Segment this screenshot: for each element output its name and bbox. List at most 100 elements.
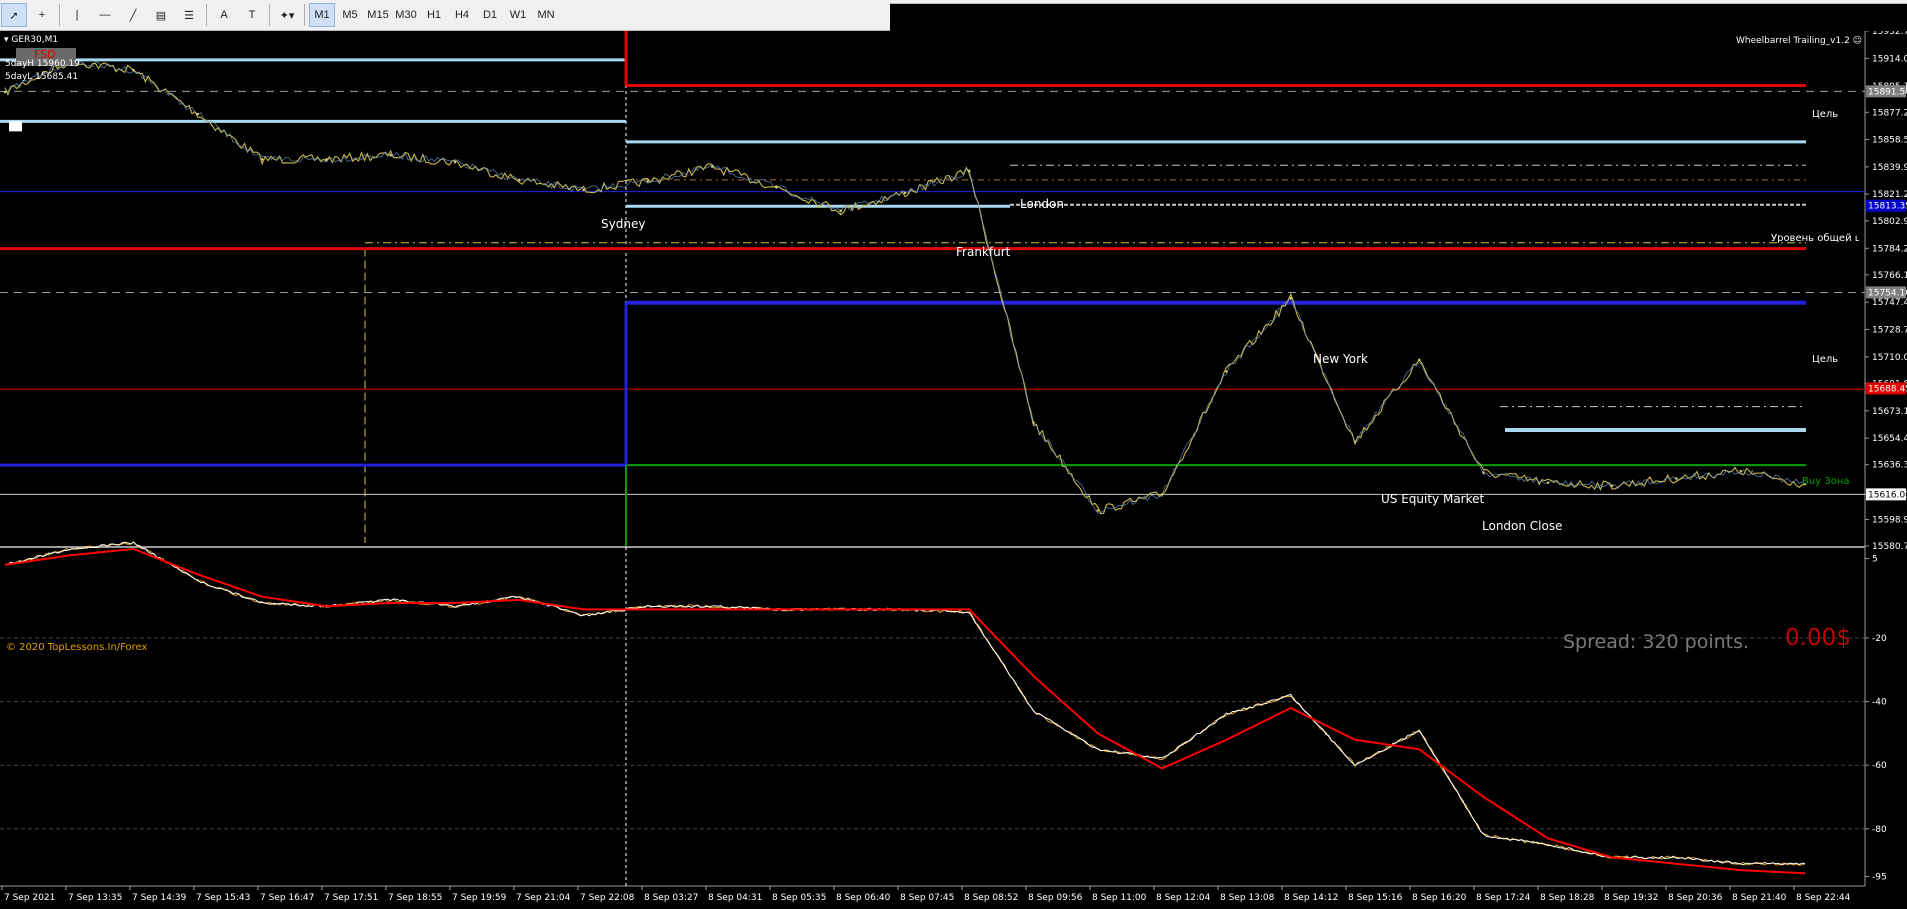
price-point <box>1675 477 1678 480</box>
price-axis-label: 15636.30 <box>1872 461 1907 471</box>
trendline-tool-button[interactable]: ╱ <box>120 3 146 27</box>
price-point <box>1225 370 1228 373</box>
price-axis-label: 15877.20 <box>1872 108 1907 118</box>
horizontal-line-icon: — <box>99 9 111 21</box>
crosshair-icon: + <box>38 9 46 21</box>
price-badge-label: 15688.45 <box>1868 384 1907 394</box>
text-tool-button[interactable]: A <box>211 3 237 27</box>
price-badge-label: 15754.10 <box>1868 288 1907 298</box>
price-point <box>1160 493 1164 496</box>
price-point <box>1096 509 1100 512</box>
text-label-tool-button[interactable]: T <box>239 3 265 27</box>
timeframe-m5-button[interactable]: M5 <box>337 3 363 27</box>
timeframe-m1-button[interactable]: M1 <box>309 3 335 27</box>
timeframe-m15-button[interactable]: M15 <box>365 3 391 27</box>
timeframe-w1-button[interactable]: W1 <box>505 3 531 27</box>
target-label-lower: Цель <box>1812 354 1839 365</box>
toolbar-background <box>890 0 1907 4</box>
shapes-menu-button[interactable]: ✦▾ <box>274 3 300 27</box>
price-point <box>389 153 392 157</box>
time-axis-label: 8 Sep 11:00 <box>1092 893 1147 903</box>
time-axis-label: 8 Sep 16:20 <box>1412 893 1467 903</box>
indicator-axis-label: -20 <box>1872 634 1887 644</box>
price-point <box>132 68 135 72</box>
time-axis-label: 8 Sep 22:44 <box>1796 893 1851 903</box>
price-axis-label: 15598.90 <box>1872 515 1907 525</box>
price-badge-label: 15813.35 <box>1868 202 1907 212</box>
time-axis-label: 8 Sep 15:16 <box>1348 893 1403 903</box>
crosshair-tool-button[interactable]: + <box>29 3 55 27</box>
text-icon: A <box>220 9 228 21</box>
timeframe-m30-button[interactable]: M30 <box>393 3 419 27</box>
time-axis-label: 8 Sep 06:40 <box>836 893 891 903</box>
time-axis-label: 8 Sep 20:36 <box>1668 893 1723 903</box>
timeframe-h1-button[interactable]: H1 <box>421 3 447 27</box>
copyright-label: © 2020 TopLessons.In/Forex <box>6 642 148 653</box>
smiley-icon[interactable]: ☺ <box>1853 36 1862 46</box>
price-point <box>1610 484 1614 487</box>
time-axis-label: 8 Sep 05:35 <box>772 893 826 903</box>
price-axis-label: 15747.40 <box>1872 298 1907 308</box>
indicator-axis-label: -95 <box>1872 872 1887 882</box>
session-label-london: London <box>1020 197 1064 211</box>
indicator-axis-label: -80 <box>1872 825 1887 835</box>
buy-zone-label: Buy Зона <box>1802 476 1850 487</box>
spread-label: Spread: 320 points. <box>1563 631 1750 653</box>
time-axis-label: 8 Sep 03:27 <box>644 893 698 903</box>
five-day-low-label: 5dayL 15685.41 <box>5 72 79 82</box>
time-axis-label: 7 Sep 13:35 <box>68 893 122 903</box>
shapes-icon: ✦▾ <box>279 9 295 22</box>
fibonacci-tool-button[interactable]: ▤ <box>148 3 174 27</box>
expert-name: Wheelbarrel Trailing_v1.2 <box>1736 36 1850 46</box>
price-axis-label: 15839.90 <box>1872 163 1907 173</box>
price-point <box>1482 471 1485 474</box>
vertical-line-icon: | <box>75 9 79 21</box>
cursor-icon: ➚ <box>9 9 19 22</box>
price-point <box>518 178 521 182</box>
price-point <box>1418 358 1421 362</box>
time-axis-label: 8 Sep 08:52 <box>964 893 1018 903</box>
fibonacci-icon: ▤ <box>155 9 167 22</box>
vertical-line-tool-button[interactable]: | <box>64 3 90 27</box>
timeframe-d1-button[interactable]: D1 <box>477 3 503 27</box>
chart-toolbar: ➚ + | — ╱ ▤ ☰ A T ✦▾ M1 M5 M15 M30 H1 H4 D1 W1 MN <box>0 0 890 31</box>
time-axis-label: 7 Sep 22:08 <box>580 893 635 903</box>
price-point <box>196 112 200 116</box>
time-axis-label: 7 Sep 14:39 <box>132 893 187 903</box>
session-label-us-equity-market: US Equity Market <box>1381 492 1485 506</box>
session-label-new-york: New York <box>1313 352 1368 366</box>
white-marker-box <box>9 121 22 132</box>
indicator-axis-label: 5 <box>1872 555 1878 565</box>
timeframe-mn-button[interactable]: MN <box>533 3 559 27</box>
price-point <box>453 161 457 164</box>
time-axis-label: 8 Sep 13:08 <box>1220 893 1275 903</box>
price-badge-label: 15616.04 <box>1868 490 1907 500</box>
price-axis-label: 15821.25 <box>1872 190 1907 200</box>
price-point <box>903 191 907 195</box>
time-axis-label: 8 Sep 09:56 <box>1028 893 1083 903</box>
time-axis-label: 7 Sep 16:47 <box>260 893 314 903</box>
price-point <box>1739 469 1742 473</box>
time-axis-label: 7 Sep 17:51 <box>324 893 378 903</box>
horizontal-line-tool-button[interactable]: — <box>92 3 118 27</box>
price-point <box>775 185 778 189</box>
price-point <box>646 180 650 183</box>
time-axis-label: 8 Sep 04:31 <box>708 893 762 903</box>
channel-tool-button[interactable]: ☰ <box>176 3 202 27</box>
time-axis-label: 7 Sep 15:43 <box>196 893 250 903</box>
time-axis-label: 7 Sep 18:55 <box>388 893 442 903</box>
session-label-london-close: London Close <box>1482 519 1563 533</box>
price-axis-label: 15802.95 <box>1872 217 1907 227</box>
cursor-tool-button[interactable]: ➚ <box>1 3 27 27</box>
price-point <box>3 90 7 94</box>
timeframe-h4-button[interactable]: H4 <box>449 3 475 27</box>
trendline-icon: ╱ <box>129 9 137 22</box>
chart-area[interactable]: 15932.7515914.0515895.1015877.2015858.55… <box>0 31 1907 909</box>
indicator-axis-label: -60 <box>1872 761 1887 771</box>
price-axis-label: 15654.45 <box>1872 434 1907 444</box>
price-point <box>1353 440 1357 443</box>
channel-icon: ☰ <box>184 9 194 22</box>
indicator-axis-label: -40 <box>1872 698 1887 708</box>
time-axis-label: 8 Sep 07:45 <box>900 893 954 903</box>
price-badge-label: 15891.50 <box>1868 87 1907 97</box>
